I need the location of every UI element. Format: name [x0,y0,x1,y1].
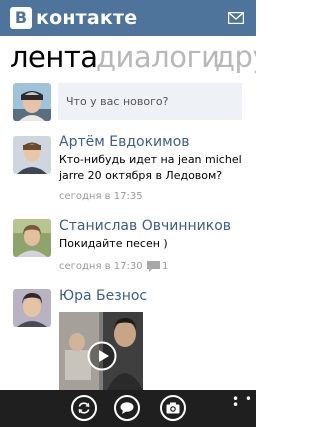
more-menu-icon[interactable]: • • • [232,393,256,411]
post-author[interactable]: Юра Безнос [59,288,147,304]
tab-friends[interactable]: дру [215,40,256,74]
post-time: сегодня в 17:35 [59,191,143,202]
tab-feed[interactable]: лента [10,40,98,74]
post-time: сегодня в 17:30 [59,261,143,272]
post-author[interactable]: Артём Евдокимов [59,134,190,150]
camera-icon[interactable] [160,395,186,421]
pivot-tabs: лента диалоги дру [0,36,256,82]
vk-app: В контакте лента диалоги дру [0,0,256,427]
comment-count[interactable]: 1 [162,261,168,272]
status-input[interactable] [58,83,242,120]
post-text: Кто-нибудь идет на jean michel jarre 20 … [59,153,242,182]
logo-letter: В [10,7,32,29]
tab-dialogs[interactable]: диалоги [96,40,220,74]
logo-text: контакте [36,7,138,29]
avatar[interactable] [13,136,51,174]
vk-logo: В контакте [10,6,137,30]
avatar[interactable] [13,289,51,327]
comment-icon[interactable] [147,261,160,272]
avatar[interactable] [13,219,51,257]
post-author[interactable]: Станислав Овчинников [59,218,231,234]
chat-icon[interactable] [114,395,140,421]
mail-icon[interactable] [228,12,244,24]
refresh-icon[interactable] [71,395,97,421]
my-avatar[interactable] [13,83,51,121]
app-bar: • • • [0,390,256,427]
post-text: Покидайте песен ) [59,237,168,250]
play-icon[interactable] [87,341,117,371]
app-header: В контакте [0,0,256,36]
